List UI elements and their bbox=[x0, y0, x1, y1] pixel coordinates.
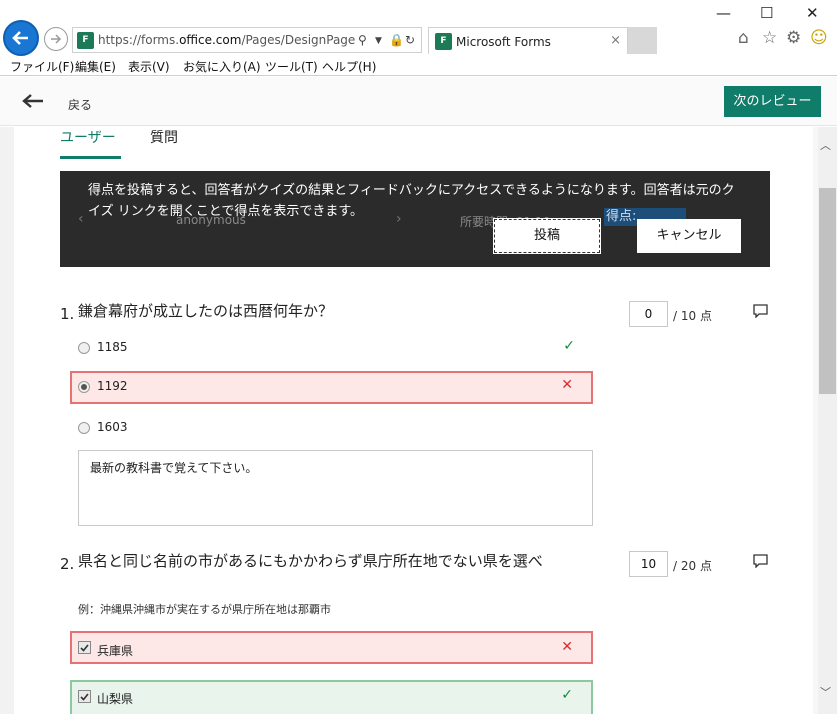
menu-help[interactable]: ヘルプ(H) bbox=[322, 58, 376, 75]
option-label: 1603 bbox=[97, 420, 128, 434]
search-icon[interactable]: ⚲ bbox=[358, 33, 367, 47]
option-label: 兵庫県 bbox=[97, 644, 134, 658]
menu-edit[interactable]: 編集(E) bbox=[75, 58, 116, 75]
checkbox-checked[interactable] bbox=[78, 690, 91, 703]
checkbox-checked[interactable] bbox=[78, 641, 91, 654]
incorrect-x-icon: ✕ bbox=[561, 639, 573, 655]
question-text: 県名と同じ名前の市があるにもかかわらず県庁所在地でない県を選べ bbox=[78, 552, 543, 570]
tab-users[interactable]: ユーザー bbox=[60, 127, 116, 147]
tab-questions[interactable]: 質問 bbox=[150, 127, 178, 147]
new-tab-button[interactable] bbox=[628, 27, 657, 54]
forms-favicon-icon: F bbox=[435, 33, 452, 50]
scroll-up-icon[interactable]: ︿ bbox=[820, 137, 831, 153]
score-input[interactable]: 10 bbox=[629, 551, 668, 577]
menu-favorites[interactable]: お気に入り(A) bbox=[183, 58, 261, 75]
option-row[interactable]: 1185 ✓ bbox=[70, 332, 593, 365]
url-text[interactable]: https://forms.office.com/Pages/DesignPag… bbox=[98, 33, 356, 47]
back-arrow-icon bbox=[12, 31, 28, 45]
question-text: 鎌倉幕府が成立したのは西暦何年か？ bbox=[78, 302, 334, 320]
score-input[interactable]: 0 bbox=[629, 301, 668, 327]
option-row-incorrect[interactable]: 兵庫県 ✕ bbox=[70, 631, 593, 664]
score-total: / 10 点 bbox=[673, 309, 712, 323]
feedback-text[interactable]: 最新の教科書で覚えて下さい。 bbox=[90, 459, 257, 476]
forms-header: 戻る bbox=[0, 77, 837, 126]
option-row-incorrect[interactable]: 1192 ✕ bbox=[70, 371, 593, 404]
incorrect-x-icon: ✕ bbox=[561, 377, 573, 393]
correct-check-icon: ✓ bbox=[561, 687, 573, 703]
browser-tab[interactable]: F Microsoft Forms × bbox=[428, 27, 628, 54]
forms-favicon-icon: F bbox=[77, 32, 94, 49]
option-label: 1185 bbox=[97, 340, 128, 354]
comment-icon[interactable] bbox=[753, 554, 768, 568]
browser-back-button[interactable] bbox=[3, 20, 39, 56]
left-gutter bbox=[0, 127, 14, 714]
scrollbar-thumb[interactable] bbox=[819, 188, 836, 394]
close-window-icon[interactable]: ✕ bbox=[806, 4, 819, 22]
comment-icon[interactable] bbox=[753, 304, 768, 318]
post-scores-message: 得点を投稿すると、回答者がクイズの結果とフィードバックにアクセスできるようになり… bbox=[88, 183, 735, 219]
score-total: / 20 点 bbox=[673, 559, 712, 573]
menu-tools[interactable]: ツール(T) bbox=[265, 58, 318, 75]
post-button[interactable]: 投稿 bbox=[493, 218, 601, 254]
active-tab-indicator bbox=[60, 156, 121, 159]
radio-button[interactable] bbox=[78, 342, 90, 354]
lock-icon[interactable]: 🔒 bbox=[389, 33, 404, 47]
menu-file[interactable]: ファイル(F) bbox=[10, 58, 74, 75]
option-label: 1192 bbox=[97, 379, 128, 393]
menu-bar: ファイル(F) 編集(E) 表示(V) お気に入り(A) ツール(T) ヘルプ(… bbox=[0, 56, 837, 76]
browser-toolbar: F https://forms.office.com/Pages/DesignP… bbox=[0, 0, 837, 56]
browser-window: F https://forms.office.com/Pages/DesignP… bbox=[0, 0, 837, 714]
checkmark-icon bbox=[80, 693, 89, 701]
feedback-textbox[interactable]: 最新の教科書で覚えて下さい。 bbox=[78, 450, 593, 526]
menu-view[interactable]: 表示(V) bbox=[128, 58, 170, 75]
address-bar[interactable]: F https://forms.office.com/Pages/DesignP… bbox=[72, 27, 422, 53]
prev-respondent-icon[interactable]: ‹ bbox=[78, 211, 84, 227]
back-link[interactable]: 戻る bbox=[68, 96, 92, 113]
checkmark-icon bbox=[80, 644, 89, 652]
arrow-left-icon[interactable] bbox=[22, 93, 44, 109]
browser-forward-button[interactable] bbox=[44, 27, 68, 51]
cancel-button[interactable]: キャンセル bbox=[637, 219, 741, 253]
refresh-icon[interactable]: ↻ bbox=[405, 33, 415, 47]
maximize-icon[interactable]: ☐ bbox=[760, 4, 773, 22]
forward-arrow-icon bbox=[51, 34, 62, 44]
post-scores-dialog: anonymous 所要時間: 01:10 ‹ › 得点: 80/100 得点を… bbox=[60, 171, 770, 267]
next-review-button[interactable]: 次のレビュー bbox=[724, 86, 821, 117]
question-number: 2. bbox=[60, 555, 75, 573]
option-row[interactable]: 1603 bbox=[70, 412, 593, 445]
scroll-down-icon[interactable]: ﹀ bbox=[820, 684, 831, 700]
minimize-icon[interactable]: — bbox=[716, 4, 731, 22]
question-subtitle: 例：沖縄県沖縄市が実在するが県庁所在地は那覇市 bbox=[78, 603, 331, 616]
correct-check-icon: ✓ bbox=[563, 338, 575, 354]
chevron-down-icon[interactable]: ▼ bbox=[375, 36, 382, 46]
question-number: 1. bbox=[60, 305, 75, 323]
option-label: 山梨県 bbox=[97, 692, 134, 706]
radio-button[interactable] bbox=[78, 422, 90, 434]
smiley-feedback-icon[interactable]: ☺ bbox=[810, 28, 828, 48]
tab-close-icon[interactable]: × bbox=[610, 33, 621, 48]
radio-button-selected[interactable] bbox=[78, 381, 90, 393]
home-icon[interactable]: ⌂ bbox=[738, 28, 749, 48]
option-row-correct[interactable]: 山梨県 ✓ bbox=[70, 680, 593, 714]
gear-icon[interactable]: ⚙ bbox=[786, 28, 801, 48]
tab-title: Microsoft Forms bbox=[456, 35, 551, 49]
favorites-star-icon[interactable]: ☆ bbox=[762, 28, 777, 48]
